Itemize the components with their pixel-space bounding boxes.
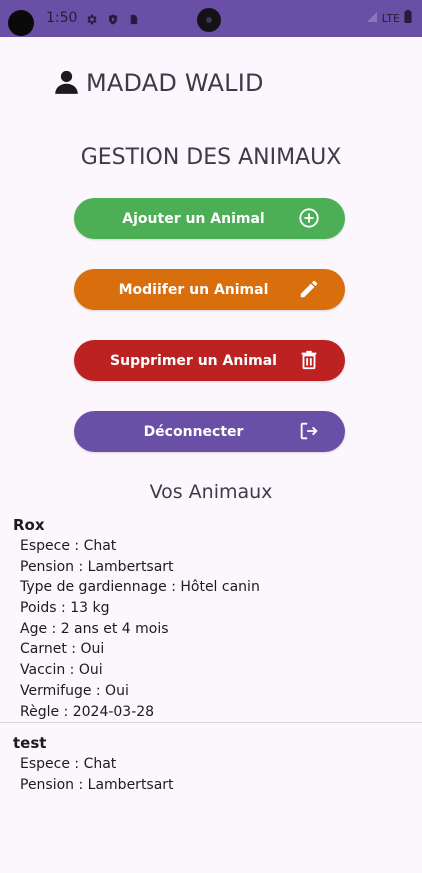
animal-detail: Type de gardiennage : Hôtel canin xyxy=(20,579,260,595)
animal-detail: Vermifuge : Oui xyxy=(20,683,129,699)
animal-name: Rox xyxy=(13,516,45,534)
list-divider xyxy=(0,722,422,723)
add-animal-button[interactable]: Ajouter un Animal xyxy=(74,198,345,239)
battery-icon xyxy=(404,10,412,26)
page-title: GESTION DES ANIMAUX xyxy=(80,145,342,170)
section-title: Vos Animaux xyxy=(149,481,273,503)
shield-play-icon xyxy=(107,11,119,30)
animal-name: test xyxy=(13,734,47,752)
user-name: MADAD WALID xyxy=(86,69,264,97)
logout-label: Déconnecter xyxy=(143,423,244,440)
pencil-icon xyxy=(298,278,320,300)
person-icon xyxy=(53,68,80,99)
add-circle-icon xyxy=(298,207,320,229)
logout-icon xyxy=(298,420,320,442)
settings-icon xyxy=(85,11,98,30)
status-bar: 1:50 LTE xyxy=(0,0,422,37)
animal-detail: Vaccin : Oui xyxy=(20,662,103,678)
animal-detail: Poids : 13 kg xyxy=(20,600,110,616)
trash-icon xyxy=(298,349,320,371)
status-icons xyxy=(85,11,139,30)
status-right: LTE xyxy=(366,10,412,26)
sim-card-icon xyxy=(128,11,139,30)
edit-animal-button[interactable]: Modiifer un Animal xyxy=(74,269,345,310)
delete-animal-button[interactable]: Supprimer un Animal xyxy=(74,340,345,381)
logout-button[interactable]: Déconnecter xyxy=(74,411,345,452)
signal-icon xyxy=(366,11,378,26)
animal-detail: Pension : Lambertsart xyxy=(20,777,174,793)
user-header: MADAD WALID xyxy=(53,68,264,98)
network-label: LTE xyxy=(381,11,400,25)
edit-animal-label: Modiifer un Animal xyxy=(118,281,269,298)
delete-animal-label: Supprimer un Animal xyxy=(110,352,277,369)
animal-detail: Espece : Chat xyxy=(20,756,117,772)
animal-detail: Règle : 2024-03-28 xyxy=(20,704,155,720)
animal-detail: Age : 2 ans et 4 mois xyxy=(20,621,169,637)
status-time: 1:50 xyxy=(46,10,78,26)
status-dot xyxy=(8,10,34,36)
animal-detail: Espece : Chat xyxy=(20,538,117,554)
animal-detail: Carnet : Oui xyxy=(20,641,105,657)
animal-detail: Pension : Lambertsart xyxy=(20,559,174,575)
add-animal-label: Ajouter un Animal xyxy=(122,210,265,227)
front-camera xyxy=(197,8,221,32)
